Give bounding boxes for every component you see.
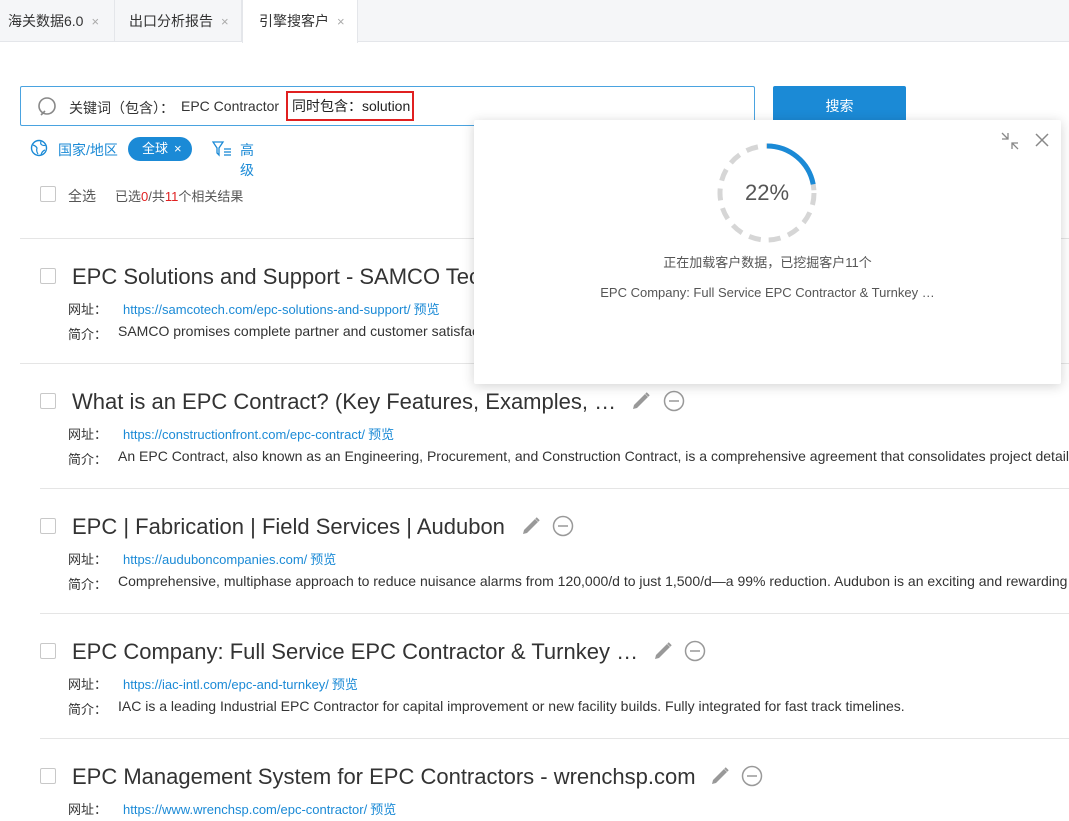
url-label: 网址： bbox=[68, 427, 108, 442]
result-url: https://iac-intl.com/epc-and-turnkey/预览 bbox=[123, 674, 358, 693]
preview-link[interactable]: 预览 bbox=[368, 427, 394, 442]
count-middle: /共 bbox=[148, 189, 165, 204]
result-checkbox[interactable] bbox=[40, 768, 56, 784]
desc-label: 简介： bbox=[68, 452, 108, 467]
result-url: https://www.wrenchsp.com/epc-contractor/… bbox=[123, 799, 396, 818]
edit-icon[interactable] bbox=[709, 765, 731, 787]
preview-link[interactable]: 预览 bbox=[332, 677, 358, 692]
advanced-filter-link[interactable]: 高级 bbox=[240, 140, 254, 180]
count-suffix: 个相关结果 bbox=[178, 189, 244, 204]
result-title[interactable]: EPC Management System for EPC Contractor… bbox=[72, 764, 696, 790]
result-title[interactable]: EPC Company: Full Service EPC Contractor… bbox=[72, 639, 638, 665]
result-url: https://constructionfront.com/epc-contra… bbox=[123, 424, 394, 443]
loading-status: 正在加载客户数据，已挖掘客户11个 bbox=[663, 255, 872, 270]
total-number: 11 bbox=[164, 189, 179, 204]
result-description: An EPC Contract, also known as an Engine… bbox=[118, 448, 1069, 464]
result-checkbox[interactable] bbox=[40, 643, 56, 659]
divider bbox=[40, 488, 1069, 489]
loading-dialog: 22% 正在加载客户数据，已挖掘客户11个 EPC Company: Full … bbox=[474, 120, 1061, 384]
result-url: https://samcotech.com/epc-solutions-and-… bbox=[123, 299, 440, 318]
tab-engine-search[interactable]: 引擎搜客户 × bbox=[242, 0, 358, 43]
result-url: https://auduboncompanies.com/预览 bbox=[123, 549, 336, 568]
result-url-link[interactable]: https://iac-intl.com/epc-and-turnkey/ bbox=[123, 677, 329, 692]
result-description: Comprehensive, multiphase approach to re… bbox=[118, 573, 1068, 589]
url-label: 网址： bbox=[68, 552, 108, 567]
select-all-label: 全选 bbox=[68, 188, 96, 204]
loading-current-item: EPC Company: Full Service EPC Contractor… bbox=[600, 285, 935, 300]
edit-icon[interactable] bbox=[652, 640, 674, 662]
tab-customs-data[interactable]: 海关数据6.0 × bbox=[0, 0, 115, 42]
tab-label: 引擎搜客户 bbox=[259, 13, 329, 29]
result-description: IAC is a leading Industrial EPC Contract… bbox=[118, 698, 905, 714]
result-url-link[interactable]: https://auduboncompanies.com/ bbox=[123, 552, 307, 567]
edit-icon[interactable] bbox=[630, 390, 652, 412]
divider bbox=[40, 613, 1069, 614]
selected-count: 已选0/共11个相关结果 bbox=[115, 186, 243, 205]
search-icon bbox=[38, 97, 56, 116]
desc-label: 简介： bbox=[68, 577, 108, 592]
tab-close-icon[interactable]: × bbox=[91, 14, 99, 29]
result-checkbox[interactable] bbox=[40, 518, 56, 534]
tab-close-icon[interactable]: × bbox=[337, 14, 345, 29]
url-label: 网址： bbox=[68, 802, 108, 817]
chip-label: 全球 bbox=[142, 141, 169, 156]
region-filter-label[interactable]: 国家/地区 bbox=[58, 140, 118, 160]
result-url-link[interactable]: https://samcotech.com/epc-solutions-and-… bbox=[123, 302, 411, 317]
select-all-checkbox[interactable] bbox=[40, 186, 56, 202]
remove-icon[interactable] bbox=[741, 765, 763, 787]
tab-label: 海关数据6.0 bbox=[8, 13, 84, 29]
desc-label: 简介： bbox=[68, 702, 108, 717]
remove-icon[interactable] bbox=[663, 390, 685, 412]
tab-bar: 海关数据6.0 × 出口分析报告 × 引擎搜客户 × bbox=[0, 0, 1069, 43]
remove-icon[interactable] bbox=[552, 515, 574, 537]
result-title[interactable]: EPC Solutions and Support - SAMCO Tec bbox=[72, 264, 480, 290]
desc-label: 简介： bbox=[68, 327, 108, 342]
edit-icon[interactable] bbox=[520, 515, 542, 537]
preview-link[interactable]: 预览 bbox=[370, 802, 396, 817]
tab-label: 出口分析报告 bbox=[129, 13, 213, 29]
keyword-label: 关键词（包含）： bbox=[69, 100, 174, 116]
filter-icon bbox=[212, 141, 231, 157]
globe-icon bbox=[30, 139, 48, 157]
result-title[interactable]: What is an EPC Contract? (Key Features, … bbox=[72, 389, 616, 415]
result-url-link[interactable]: https://www.wrenchsp.com/epc-contractor/ bbox=[123, 802, 367, 817]
tab-close-icon[interactable]: × bbox=[221, 14, 229, 29]
keyword-value: EPC Contractor bbox=[181, 98, 280, 114]
result-url-link[interactable]: https://constructionfront.com/epc-contra… bbox=[123, 427, 365, 442]
preview-link[interactable]: 预览 bbox=[310, 552, 336, 567]
divider bbox=[40, 738, 1069, 739]
remove-icon[interactable] bbox=[684, 640, 706, 662]
close-icon[interactable] bbox=[1034, 132, 1050, 148]
region-chip-global[interactable]: 全球 × bbox=[128, 137, 192, 161]
result-checkbox[interactable] bbox=[40, 393, 56, 409]
count-prefix: 已选 bbox=[115, 189, 142, 204]
also-contains-keyword: 同时包含：solution bbox=[286, 91, 414, 121]
result-checkbox[interactable] bbox=[40, 268, 56, 284]
minimize-icon[interactable] bbox=[1001, 132, 1019, 150]
tab-export-report[interactable]: 出口分析报告 × bbox=[115, 0, 242, 42]
progress-percent: 22% bbox=[744, 180, 790, 205]
chip-close-icon[interactable]: × bbox=[174, 141, 182, 156]
result-title[interactable]: EPC | Fabrication | Field Services | Aud… bbox=[72, 514, 505, 540]
url-label: 网址： bbox=[68, 677, 108, 692]
preview-link[interactable]: 预览 bbox=[414, 302, 440, 317]
url-label: 网址： bbox=[68, 302, 108, 317]
